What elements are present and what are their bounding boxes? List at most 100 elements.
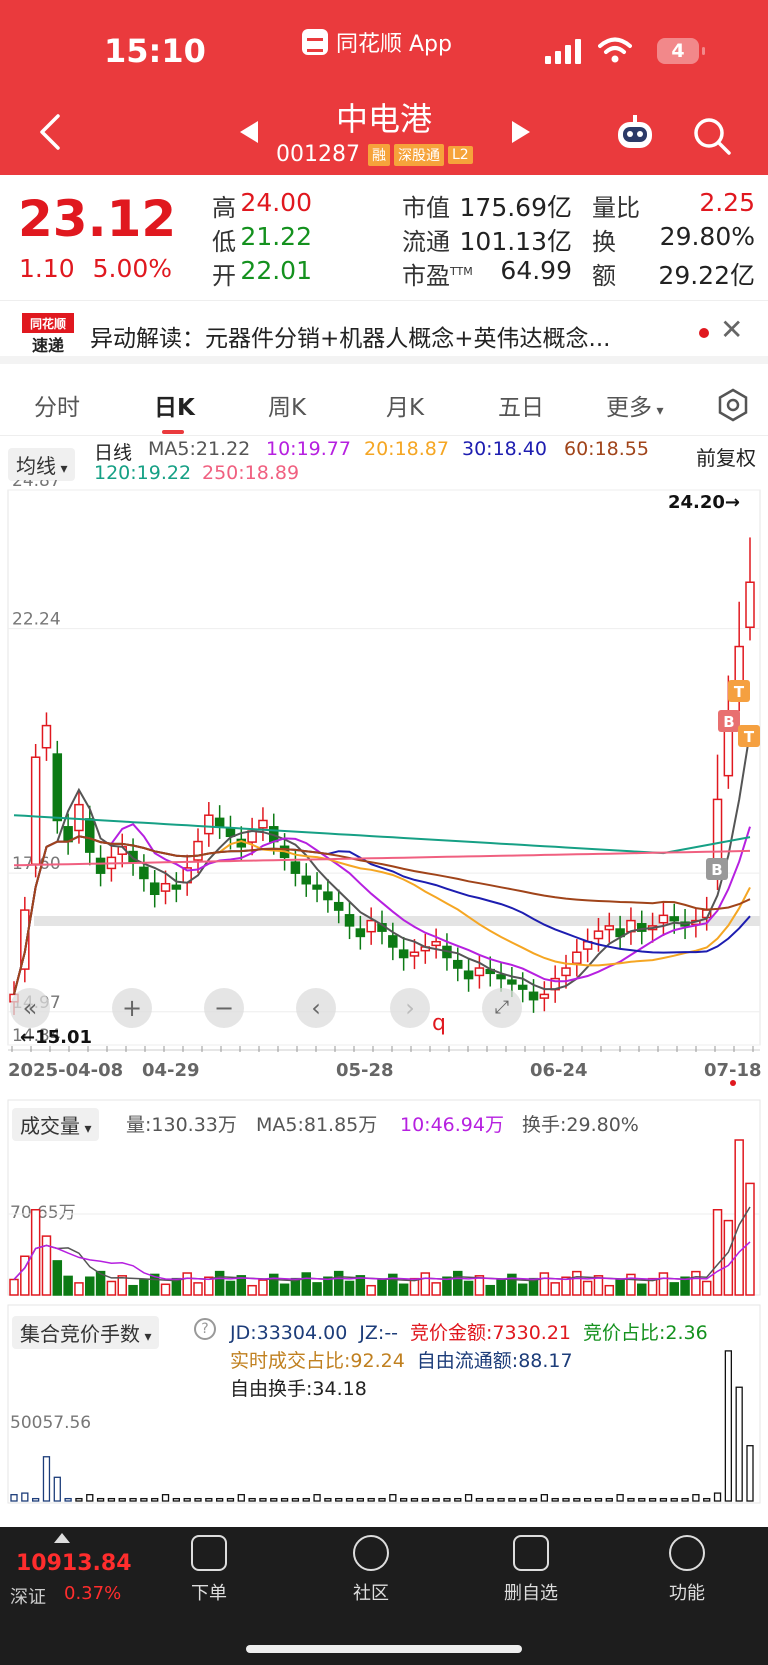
tab-monthly[interactable]: 月K bbox=[386, 388, 424, 422]
candle-body bbox=[149, 882, 160, 896]
zoom-in-icon[interactable]: + bbox=[112, 988, 152, 1028]
auction-bar bbox=[378, 1497, 386, 1502]
auction-bar bbox=[335, 1497, 343, 1502]
candle-body bbox=[572, 951, 582, 965]
auction-bar bbox=[129, 1497, 137, 1502]
tab-five-day[interactable]: 五日 bbox=[498, 388, 544, 422]
indicator-selector[interactable]: 均线 bbox=[8, 448, 76, 481]
collapse-left-icon[interactable]: « bbox=[10, 988, 50, 1028]
volume-bar bbox=[615, 1279, 625, 1296]
auction-bar bbox=[583, 1497, 592, 1502]
auction-bar bbox=[291, 1497, 300, 1502]
volume-bar bbox=[712, 1209, 723, 1296]
index-percent: 0.37% bbox=[64, 1583, 122, 1604]
remove-watchlist-icon bbox=[513, 1535, 549, 1571]
auction-bar bbox=[475, 1497, 484, 1502]
auction-bar bbox=[31, 1497, 40, 1502]
auction-metric: JD:33304.00 bbox=[230, 1322, 348, 1344]
volume-ma5-line bbox=[13, 1206, 751, 1282]
volume-bar bbox=[723, 1219, 734, 1296]
candle-body bbox=[366, 919, 376, 933]
candle-body bbox=[517, 984, 528, 990]
price-tick-label: 22.24 bbox=[12, 610, 61, 630]
help-icon[interactable]: ? bbox=[194, 1318, 216, 1340]
functions-button[interactable]: 功能 bbox=[642, 1535, 732, 1605]
scroll-left-icon[interactable]: ‹ bbox=[296, 988, 336, 1028]
home-indicator[interactable] bbox=[246, 1645, 522, 1653]
chart-scroll-track bbox=[34, 916, 760, 926]
stock-code: 001287 bbox=[276, 142, 360, 167]
volume-bar bbox=[117, 1275, 127, 1296]
auction-metric: JZ:-- bbox=[359, 1322, 399, 1344]
community-button[interactable]: 社区 bbox=[326, 1535, 416, 1605]
tab-intraday[interactable]: 分时 bbox=[34, 388, 80, 422]
candle-body bbox=[95, 857, 106, 874]
adjust-mode[interactable]: 前复权 bbox=[696, 442, 756, 471]
auction-bar bbox=[270, 1497, 278, 1502]
volume-selector[interactable]: 成交量 bbox=[12, 1108, 100, 1141]
low-price-annotation: ←15.01 bbox=[20, 1027, 92, 1048]
next-stock-icon[interactable] bbox=[512, 121, 530, 143]
volume-bar bbox=[160, 1283, 171, 1296]
tab-weekly[interactable]: 周K bbox=[268, 388, 306, 422]
robot-assistant-icon[interactable] bbox=[614, 114, 656, 152]
scroll-right-icon[interactable]: › bbox=[390, 988, 430, 1028]
volume-bar bbox=[517, 1283, 528, 1296]
status-app-name[interactable]: 同花顺 App bbox=[302, 26, 452, 58]
quote-label: 额 bbox=[592, 262, 616, 290]
auction-bar bbox=[140, 1497, 148, 1502]
tag-l2: L2 bbox=[447, 145, 473, 164]
order-button[interactable]: 下单 bbox=[164, 1535, 254, 1605]
index-value[interactable]: 10913.84 bbox=[16, 1551, 132, 1576]
news-banner[interactable]: 同花顺 速递 异动解读：元器件分销+机器人概念+英伟达概念... ✕ bbox=[0, 300, 768, 364]
quote-value: 175.69亿 bbox=[459, 193, 572, 222]
index-name: 深证 bbox=[10, 1587, 46, 1608]
candle-body bbox=[52, 753, 63, 822]
auction-bar bbox=[302, 1497, 310, 1502]
volume-bar bbox=[398, 1283, 409, 1296]
wifi-icon bbox=[598, 37, 632, 63]
price-tick-label: 24.87 bbox=[12, 480, 61, 491]
volume-bar bbox=[85, 1276, 95, 1296]
fullscreen-icon[interactable]: ⤢ bbox=[482, 988, 522, 1028]
ths-express-logo: 同花顺 速递 bbox=[22, 313, 74, 355]
order-label: 下单 bbox=[191, 1583, 227, 1604]
volume-bar bbox=[128, 1284, 138, 1296]
tab-daily[interactable]: 日K bbox=[154, 388, 195, 422]
candle-body bbox=[496, 974, 506, 980]
remove-watchlist-button[interactable]: 删自选 bbox=[486, 1535, 576, 1605]
quote-value: 21.22 bbox=[240, 222, 312, 251]
auction-bar bbox=[107, 1497, 116, 1502]
candle-body bbox=[463, 970, 474, 980]
candle-body bbox=[139, 866, 149, 880]
auction-bar bbox=[486, 1497, 494, 1502]
auction-bar bbox=[389, 1494, 397, 1502]
functions-label: 功能 bbox=[669, 1583, 705, 1604]
auction-bar bbox=[508, 1497, 516, 1502]
volume-bar bbox=[637, 1283, 647, 1296]
tab-more[interactable]: 更多 ▾ bbox=[606, 388, 663, 422]
zoom-out-icon[interactable]: − bbox=[204, 988, 244, 1028]
auction-bar bbox=[118, 1497, 126, 1502]
candle-body bbox=[398, 949, 409, 959]
auction-selector[interactable]: 集合竞价手数 bbox=[12, 1316, 160, 1349]
period-label: 日线 bbox=[94, 442, 133, 464]
quote-label: 换 bbox=[592, 228, 616, 256]
close-icon[interactable]: ✕ bbox=[720, 313, 743, 346]
auction-bar bbox=[681, 1497, 689, 1502]
volume-bar bbox=[139, 1279, 149, 1296]
candle-body bbox=[658, 914, 669, 924]
candle-body bbox=[323, 891, 333, 901]
auction-bar bbox=[313, 1494, 321, 1502]
volume-bar bbox=[463, 1280, 474, 1296]
volume-bar bbox=[333, 1270, 344, 1296]
volume-pane-frame bbox=[7, 1099, 761, 1296]
settings-hexagon-icon[interactable] bbox=[716, 388, 750, 422]
volume-bar bbox=[193, 1282, 203, 1296]
search-icon[interactable] bbox=[692, 116, 732, 156]
volume-bar bbox=[604, 1284, 615, 1296]
app-logo-icon bbox=[302, 29, 328, 55]
auction-bar bbox=[75, 1497, 83, 1502]
x-label-jun24: 06-24 bbox=[530, 1060, 588, 1081]
volume-bar bbox=[312, 1282, 322, 1296]
